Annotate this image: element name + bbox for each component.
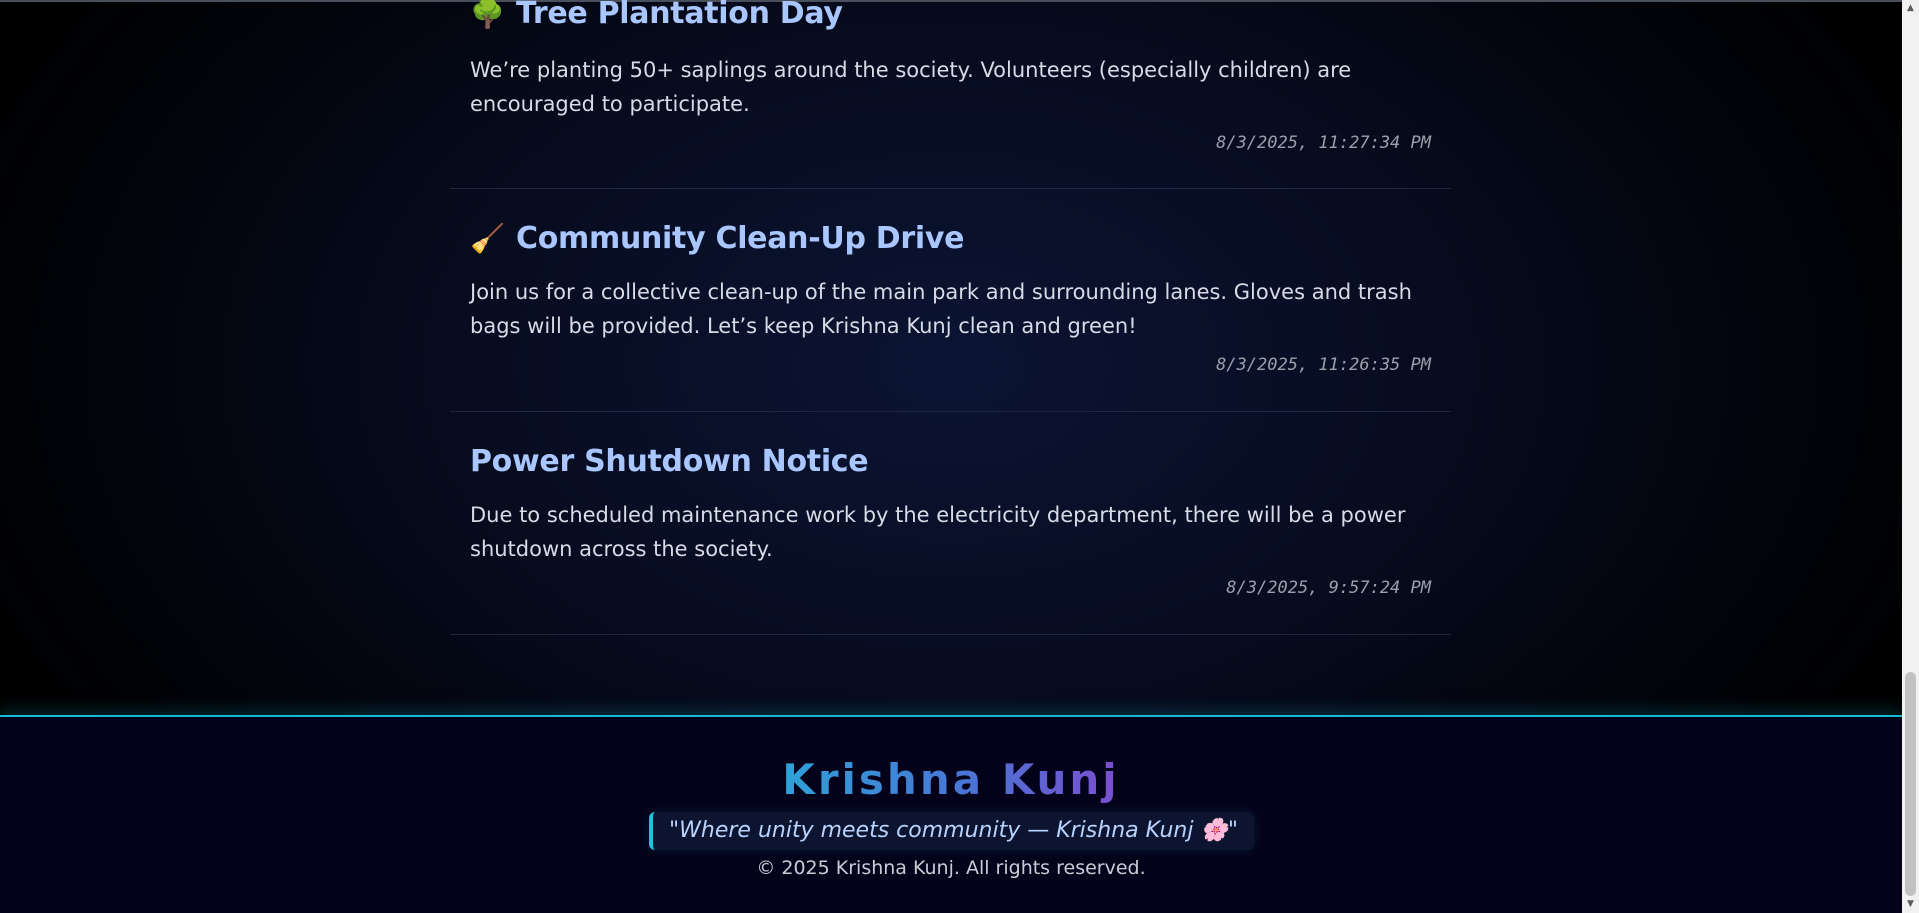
notice-title: 🌳 Tree Plantation Day [470,0,843,31]
footer-brand: Krishna Kunj [782,755,1120,804]
scrollbar-thumb[interactable] [1905,672,1916,896]
notice-timestamp: 8/3/2025, 11:27:34 PM [1216,133,1431,153]
notice-timestamp: 8/3/2025, 11:26:35 PM [1216,355,1431,375]
notice-feed: 🌳 Tree Plantation Day We’re planting 50+… [450,0,1451,635]
notice-title-text: Tree Plantation Day [516,0,843,31]
site-footer: Krishna Kunj "Where unity meets communit… [0,715,1902,913]
notice-card: 🌳 Tree Plantation Day We’re planting 50+… [450,0,1451,189]
scroll-down-arrow-icon[interactable]: ▼ [1902,896,1919,913]
scroll-up-arrow-icon[interactable]: ▲ [1902,0,1919,17]
notice-card: 🧹 Community Clean-Up Drive Join us for a… [450,189,1451,412]
notice-title-text: Power Shutdown Notice [470,444,869,479]
notice-card: Power Shutdown Notice Due to scheduled m… [450,412,1451,635]
broom-icon: 🧹 [470,222,505,255]
notice-title-text: Community Clean-Up Drive [516,221,965,256]
tree-icon: 🌳 [470,0,505,30]
notice-body: We’re planting 50+ saplings around the s… [470,58,1352,116]
notice-title: 🧹 Community Clean-Up Drive [470,221,964,256]
footer-quote: "Where unity meets community — Krishna K… [649,812,1254,850]
notice-title: Power Shutdown Notice [470,444,869,479]
vertical-scrollbar[interactable]: ▲ ▼ [1902,0,1919,913]
notice-body: Join us for a collective clean-up of the… [470,280,1412,338]
notice-timestamp: 8/3/2025, 9:57:24 PM [1226,578,1431,598]
footer-copyright: © 2025 Krishna Kunj. All rights reserved… [756,857,1146,879]
page-viewport: 🌳 Tree Plantation Day We’re planting 50+… [0,0,1902,913]
notice-body: Due to scheduled maintenance work by the… [470,503,1406,561]
